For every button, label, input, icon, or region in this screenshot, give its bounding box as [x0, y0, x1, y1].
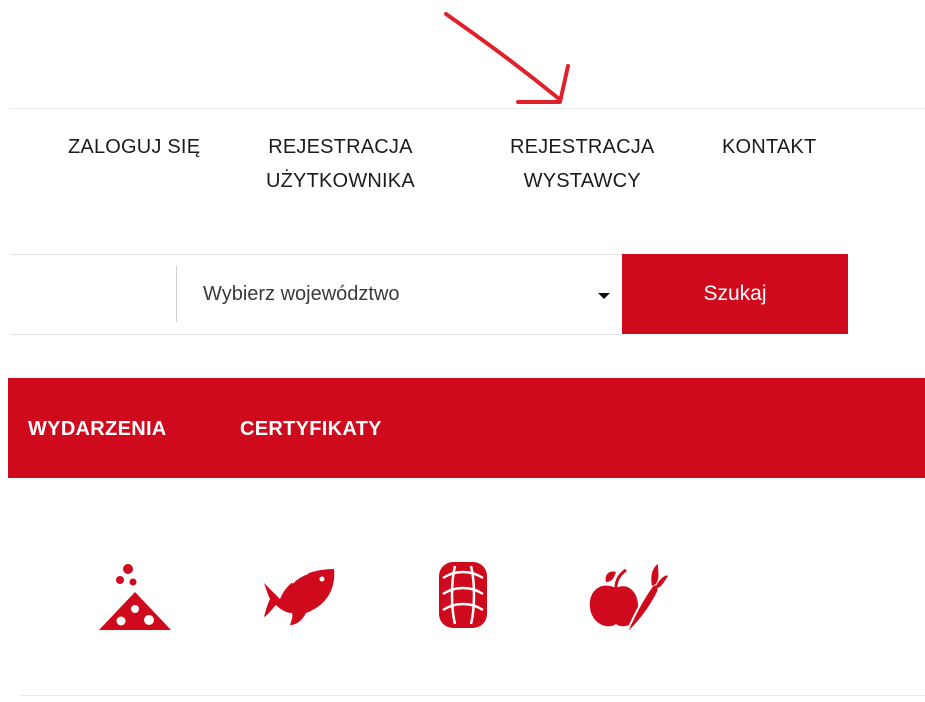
- search-divider: [176, 266, 177, 322]
- exhibitor-registration-line-2: WYSTAWCY: [523, 170, 641, 192]
- exhibitor-registration-line-1: REJESTRACJA: [510, 136, 655, 158]
- user-registration-line-1: REJESTRACJA: [268, 136, 413, 158]
- contact-link[interactable]: KONTAKT: [722, 130, 816, 164]
- region-select[interactable]: Wybierz województwo: [178, 255, 620, 334]
- cheese-icon[interactable]: [95, 562, 175, 634]
- menu-item-certificates[interactable]: CERTYFIKATY: [240, 418, 382, 441]
- user-registration-line-2: UŻYTKOWNIKA: [266, 170, 415, 192]
- fruit-vegetable-icon[interactable]: [586, 562, 668, 636]
- caret-down-icon: [598, 293, 610, 299]
- annotation-arrow: [444, 12, 570, 104]
- region-select-value: Wybierz województwo: [203, 283, 400, 305]
- search-bar-border-bottom: [10, 334, 622, 335]
- search-bar: Wybierz województwo Szukaj: [0, 254, 925, 336]
- user-registration-link[interactable]: REJESTRACJA UŻYTKOWNIKA: [266, 130, 415, 198]
- header-divider: [10, 108, 925, 109]
- content-divider: [20, 695, 925, 696]
- main-menu: WYDARZENIA CERTYFIKATY: [8, 378, 925, 478]
- login-label: ZALOGUJ SIĘ: [68, 136, 201, 158]
- contact-label: KONTAKT: [722, 136, 817, 158]
- login-link[interactable]: ZALOGUJ SIĘ: [68, 130, 200, 164]
- top-nav: ZALOGUJ SIĘ REJESTRACJA UŻYTKOWNIKA REJE…: [0, 130, 925, 200]
- fish-icon[interactable]: [262, 565, 338, 627]
- menu-item-events[interactable]: WYDARZENIA: [28, 418, 167, 441]
- exhibitor-registration-link[interactable]: REJESTRACJA WYSTAWCY: [510, 130, 654, 198]
- search-button[interactable]: Szukaj: [622, 254, 848, 334]
- sausage-icon[interactable]: [435, 558, 491, 632]
